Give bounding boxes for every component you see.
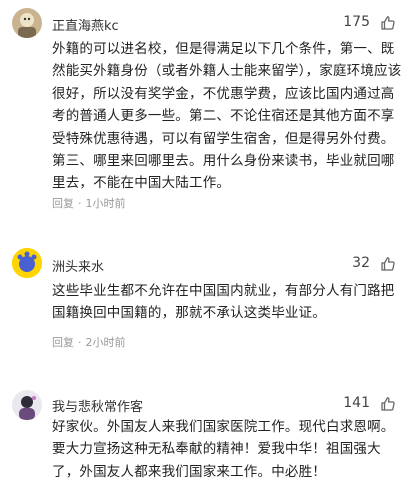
like-count: 175	[343, 14, 370, 30]
thumbs-up-icon[interactable]	[380, 396, 396, 412]
avatar[interactable]	[12, 8, 42, 38]
timestamp: 1小时前	[85, 197, 126, 210]
comment-meta: 回复 · 1小时前	[52, 195, 126, 211]
separator: ·	[78, 336, 82, 349]
avatar[interactable]	[12, 390, 42, 420]
like-count: 32	[352, 255, 370, 271]
thumbs-up-icon[interactable]	[380, 256, 396, 272]
username[interactable]: 洲头来水	[52, 256, 104, 275]
comment-text: 好家伙。外国友人来我们国家医院工作。现代白求恩啊。要大力宣扬这种无私奉献的精神！…	[52, 419, 395, 480]
comment-meta: 回复 · 2小时前	[52, 334, 126, 350]
like-count: 141	[343, 395, 370, 411]
reply-link[interactable]: 回复	[52, 197, 74, 210]
separator: ·	[78, 197, 82, 210]
reply-link[interactable]: 回复	[52, 336, 74, 349]
comment-text: 这些毕业生都不允许在中国国内就业，有部分人有门路把国籍换回中国籍的，那就不承认这…	[52, 283, 395, 322]
avatar[interactable]	[12, 248, 42, 278]
username[interactable]: 我与悲秋常作客	[52, 396, 143, 415]
comment-text: 外籍的可以进名校，但是得满足以下几个条件，第一、既然能买外籍身份（或者外籍人士能…	[52, 41, 402, 192]
timestamp: 2小时前	[85, 336, 126, 349]
thumbs-up-icon[interactable]	[380, 15, 396, 31]
username[interactable]: 正直海燕kc	[52, 15, 119, 34]
